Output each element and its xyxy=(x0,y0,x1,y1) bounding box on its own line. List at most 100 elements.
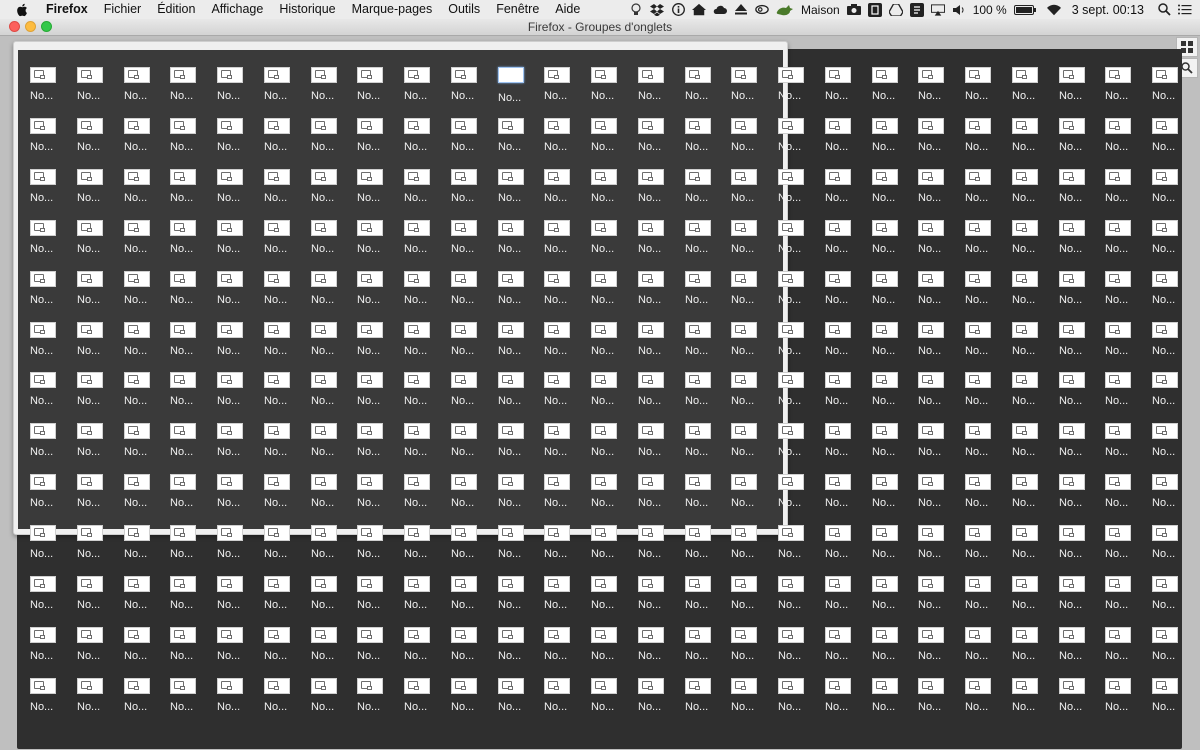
tab-thumbnail[interactable]: No... xyxy=(544,67,584,113)
tab-thumbnail[interactable]: No... xyxy=(638,372,678,418)
tab-thumbnail[interactable]: No... xyxy=(124,474,164,520)
tab-thumbnail[interactable]: No... xyxy=(825,169,865,215)
tab-thumbnail[interactable]: No... xyxy=(357,220,397,266)
tab-thumbnail[interactable]: No... xyxy=(217,220,257,266)
tab-thumbnail[interactable]: No... xyxy=(965,474,1005,520)
tab-thumbnail[interactable]: No... xyxy=(918,322,958,368)
wifi-icon[interactable] xyxy=(1046,3,1061,17)
tab-thumbnail[interactable]: No... xyxy=(1105,423,1145,469)
tab-thumbnail[interactable]: No... xyxy=(404,322,444,368)
airplay-icon[interactable] xyxy=(930,3,945,17)
tab-thumbnail[interactable]: No... xyxy=(918,627,958,673)
tab-thumbnail[interactable]: No... xyxy=(217,322,257,368)
tab-thumbnail[interactable]: No... xyxy=(498,525,538,571)
tab-thumbnail[interactable]: No... xyxy=(451,67,491,113)
home-icon[interactable] xyxy=(692,3,706,17)
tab-thumbnail[interactable]: No... xyxy=(404,576,444,622)
tab-thumbnail[interactable]: No... xyxy=(685,576,725,622)
tab-thumbnail[interactable]: No... xyxy=(124,118,164,164)
tab-thumbnail[interactable]: No... xyxy=(311,372,351,418)
tab-thumbnail[interactable]: No... xyxy=(77,678,117,724)
tab-thumbnail[interactable]: No... xyxy=(311,576,351,622)
tab-thumbnail[interactable]: No... xyxy=(872,271,912,317)
tab-thumbnail[interactable]: No... xyxy=(170,220,210,266)
menu-affichage[interactable]: Affichage xyxy=(203,0,271,19)
tab-thumbnail[interactable]: No... xyxy=(591,678,631,724)
tab-thumbnail[interactable]: No... xyxy=(965,678,1005,724)
tab-thumbnail[interactable]: No... xyxy=(825,372,865,418)
tab-thumbnail[interactable]: No... xyxy=(311,627,351,673)
tab-thumbnail[interactable]: No... xyxy=(544,322,584,368)
tab-thumbnail[interactable]: No... xyxy=(498,423,538,469)
clock[interactable]: 3 sept. 00:13 xyxy=(1072,3,1144,17)
tab-thumbnail[interactable]: No... xyxy=(30,576,70,622)
tab-thumbnail[interactable]: No... xyxy=(170,67,210,113)
tab-thumbnail[interactable]: No... xyxy=(77,169,117,215)
tab-thumbnail[interactable]: No... xyxy=(264,525,304,571)
tab-thumbnail[interactable]: No... xyxy=(685,678,725,724)
tab-thumbnail[interactable]: No... xyxy=(498,322,538,368)
tab-thumbnail[interactable]: No... xyxy=(1012,474,1052,520)
tab-thumbnail[interactable]: No... xyxy=(591,271,631,317)
tab-thumbnail[interactable]: No... xyxy=(451,423,491,469)
info-icon[interactable] xyxy=(671,3,685,17)
creative-cloud-icon[interactable] xyxy=(755,3,769,17)
tab-thumbnail[interactable]: No... xyxy=(217,474,257,520)
tab-thumbnail[interactable]: No... xyxy=(1105,372,1145,418)
tab-thumbnail[interactable]: No... xyxy=(1152,67,1192,113)
tab-thumbnail[interactable]: No... xyxy=(1105,678,1145,724)
tab-thumbnail[interactable]: No... xyxy=(872,423,912,469)
tab-thumbnail[interactable]: No... xyxy=(30,322,70,368)
tab-thumbnail[interactable]: No... xyxy=(30,474,70,520)
tab-thumbnail[interactable]: No... xyxy=(685,525,725,571)
tab-thumbnail[interactable]: No... xyxy=(685,627,725,673)
tab-thumbnail[interactable]: No... xyxy=(1012,322,1052,368)
tab-thumbnail[interactable]: No... xyxy=(1105,118,1145,164)
tab-thumbnail[interactable]: No... xyxy=(591,118,631,164)
tab-thumbnail[interactable]: No... xyxy=(451,322,491,368)
tab-thumbnail[interactable]: No... xyxy=(357,322,397,368)
tab-thumbnail[interactable]: No... xyxy=(264,678,304,724)
tab-thumbnail[interactable]: No... xyxy=(1012,678,1052,724)
tab-thumbnail[interactable]: No... xyxy=(311,118,351,164)
tab-thumbnail[interactable]: No... xyxy=(544,576,584,622)
tab-thumbnail[interactable]: No... xyxy=(918,474,958,520)
tab-thumbnail[interactable]: No... xyxy=(544,627,584,673)
tab-thumbnail[interactable]: No... xyxy=(124,423,164,469)
tab-thumbnail[interactable]: No... xyxy=(1012,627,1052,673)
tab-thumbnail[interactable]: No... xyxy=(311,169,351,215)
tab-thumbnail[interactable]: No... xyxy=(591,169,631,215)
tab-thumbnail[interactable]: No... xyxy=(264,372,304,418)
tab-thumbnail[interactable]: No... xyxy=(638,576,678,622)
tab-thumbnail[interactable]: No... xyxy=(825,525,865,571)
tab-thumbnail[interactable]: No... xyxy=(731,474,771,520)
tab-thumbnail[interactable]: No... xyxy=(1059,271,1099,317)
tab-thumbnail[interactable]: No... xyxy=(1152,118,1192,164)
tab-thumbnail[interactable]: No... xyxy=(778,678,818,724)
tab-thumbnail[interactable]: No... xyxy=(544,271,584,317)
tab-thumbnail[interactable]: No... xyxy=(264,67,304,113)
tab-thumbnail[interactable]: No... xyxy=(311,474,351,520)
tab-thumbnail[interactable]: No... xyxy=(30,372,70,418)
notes-icon[interactable] xyxy=(909,2,924,17)
tab-thumbnail[interactable]: No... xyxy=(918,525,958,571)
tab-thumbnail[interactable]: No... xyxy=(918,118,958,164)
menu-fichier[interactable]: Fichier xyxy=(96,0,150,19)
tab-thumbnail[interactable]: No... xyxy=(357,67,397,113)
tab-thumbnail[interactable]: No... xyxy=(638,474,678,520)
tab-thumbnail[interactable]: No... xyxy=(638,118,678,164)
tab-thumbnail[interactable]: No... xyxy=(311,220,351,266)
drive-icon[interactable] xyxy=(888,3,903,17)
tab-thumbnail[interactable]: No... xyxy=(731,525,771,571)
tab-thumbnail[interactable]: No... xyxy=(357,474,397,520)
tab-thumbnail[interactable]: No... xyxy=(30,678,70,724)
tab-thumbnail[interactable]: No... xyxy=(170,525,210,571)
tab-thumbnail[interactable]: No... xyxy=(965,220,1005,266)
tab-thumbnail[interactable]: No... xyxy=(872,67,912,113)
tab-thumbnail[interactable]: No... xyxy=(77,423,117,469)
tab-thumbnail[interactable]: No... xyxy=(638,271,678,317)
tab-thumbnail[interactable]: No... xyxy=(404,271,444,317)
tab-thumbnail[interactable]: No... xyxy=(731,372,771,418)
tab-thumbnail[interactable]: No... xyxy=(498,627,538,673)
tab-thumbnail[interactable]: No... xyxy=(1012,372,1052,418)
